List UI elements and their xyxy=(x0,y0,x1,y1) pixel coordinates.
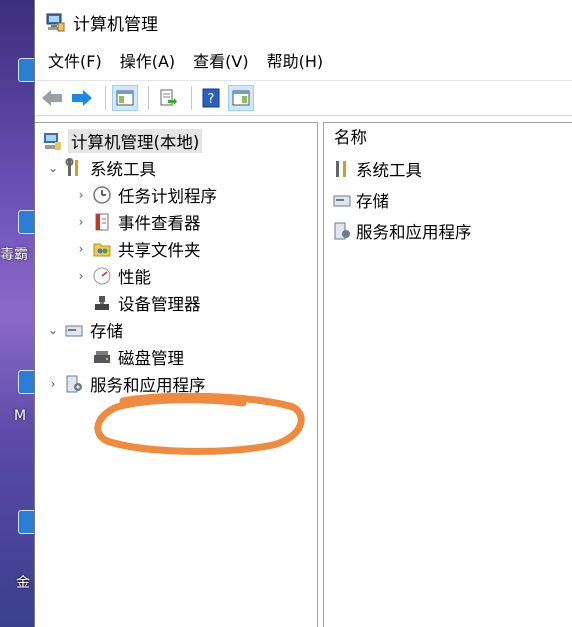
content-area: 计算机管理(本地) ⌄ 系统工具 › 任务计划程序 › 事件查看器 › 共享文件… xyxy=(35,122,572,627)
help-button[interactable]: ? xyxy=(198,85,224,111)
menu-action[interactable]: 操作(A) xyxy=(111,47,184,77)
tree-label: 系统工具 xyxy=(90,159,156,179)
tree-item-performance[interactable]: › 性能 xyxy=(35,262,317,289)
tree-item-device-manager[interactable]: 设备管理器 xyxy=(35,289,317,316)
list-item-system-tools[interactable]: 系统工具 xyxy=(324,153,572,184)
title-bar[interactable]: 计算机管理 xyxy=(35,0,572,44)
back-button[interactable] xyxy=(39,85,65,111)
storage-icon xyxy=(333,195,351,206)
chevron-down-icon[interactable]: ⌄ xyxy=(45,161,61,175)
chevron-right-icon[interactable]: › xyxy=(73,269,89,283)
menu-file[interactable]: 文件(F) xyxy=(39,47,111,77)
computer-management-icon xyxy=(46,13,65,32)
tree-label: 任务计划程序 xyxy=(118,186,217,206)
services-icon xyxy=(334,222,350,239)
device-manager-icon xyxy=(95,295,109,310)
tree-item-disk-management[interactable]: 磁盘管理 xyxy=(35,343,317,370)
export-list-button[interactable] xyxy=(155,85,181,111)
chevron-right-icon[interactable]: › xyxy=(73,242,89,256)
show-action-pane-button[interactable] xyxy=(228,85,254,111)
tree-item-system-tools[interactable]: ⌄ 系统工具 xyxy=(35,154,317,181)
menu-bar: 文件(F) 操作(A) 查看(V) 帮助(H) xyxy=(35,44,572,81)
tree-item-services-apps[interactable]: › 服务和应用程序 xyxy=(35,370,317,397)
event-log-icon xyxy=(95,213,109,230)
details-pane: 名称 系统工具 存储 服务和应用程序 xyxy=(323,122,572,627)
tree-label: 共享文件夹 xyxy=(118,240,201,260)
tree-label: 事件查看器 xyxy=(118,213,201,233)
clock-icon xyxy=(93,185,111,204)
performance-icon xyxy=(93,267,111,284)
menu-view[interactable]: 查看(V) xyxy=(184,47,257,77)
tree-label: 存储 xyxy=(90,321,123,341)
desktop-label: 金 xyxy=(16,575,30,591)
svg-text:?: ? xyxy=(208,92,215,107)
shared-folder-icon xyxy=(93,243,111,256)
tree-label: 服务和应用程序 xyxy=(90,375,206,395)
toolbar: ? xyxy=(35,81,572,116)
show-hide-tree-button[interactable] xyxy=(112,85,138,111)
list-item-label: 系统工具 xyxy=(356,160,422,180)
tree-label: 设备管理器 xyxy=(118,294,201,314)
desktop-background: 毒霸 M 金 xyxy=(0,0,36,627)
console-tree: 计算机管理(本地) ⌄ 系统工具 › 任务计划程序 › 事件查看器 › 共享文件… xyxy=(35,122,318,627)
back-arrow-icon xyxy=(42,90,62,106)
tree-label: 计算机管理(本地) xyxy=(68,128,203,153)
toolbar-separator xyxy=(191,86,192,110)
computer-management-window: 计算机管理 文件(F) 操作(A) 查看(V) 帮助(H) ? 计算机管理(本地… xyxy=(34,0,572,627)
chevron-right-icon[interactable]: › xyxy=(45,377,61,391)
disk-management-icon xyxy=(94,350,110,363)
export-list-icon xyxy=(160,89,177,106)
toolbar-separator xyxy=(105,86,106,110)
help-icon: ? xyxy=(202,88,220,108)
list-item-label: 存储 xyxy=(356,191,389,211)
tree-item-shared-folders[interactable]: › 共享文件夹 xyxy=(35,235,317,262)
column-header-name[interactable]: 名称 xyxy=(324,123,572,153)
computer-management-icon xyxy=(44,132,61,150)
tree-item-storage[interactable]: ⌄ 存储 xyxy=(35,316,317,343)
show-hide-tree-icon xyxy=(116,90,134,106)
tools-icon xyxy=(65,157,78,176)
chevron-down-icon[interactable]: ⌄ xyxy=(45,323,61,337)
list-item-services-apps[interactable]: 服务和应用程序 xyxy=(324,215,572,246)
forward-arrow-icon xyxy=(72,90,92,106)
forward-button[interactable] xyxy=(69,85,95,111)
tree-item-root[interactable]: 计算机管理(本地) xyxy=(35,127,317,154)
window-title: 计算机管理 xyxy=(73,14,158,35)
list-item-label: 服务和应用程序 xyxy=(356,222,472,242)
toolbar-separator xyxy=(148,86,149,110)
tree-label: 磁盘管理 xyxy=(118,348,184,368)
chevron-right-icon[interactable]: › xyxy=(73,188,89,202)
list-item-storage[interactable]: 存储 xyxy=(324,184,572,215)
menu-help[interactable]: 帮助(H) xyxy=(258,47,333,77)
storage-icon xyxy=(65,325,83,336)
tree-item-event-viewer[interactable]: › 事件查看器 xyxy=(35,208,317,235)
show-action-pane-icon xyxy=(232,90,250,106)
highlight-annotation xyxy=(94,393,305,455)
desktop-label: 毒霸 xyxy=(0,247,28,263)
services-icon xyxy=(66,375,82,392)
desktop-label: M xyxy=(14,408,27,424)
tree-label: 性能 xyxy=(118,267,151,287)
chevron-right-icon[interactable]: › xyxy=(73,215,89,229)
tools-icon xyxy=(336,160,346,177)
tree-item-task-scheduler[interactable]: › 任务计划程序 xyxy=(35,181,317,208)
